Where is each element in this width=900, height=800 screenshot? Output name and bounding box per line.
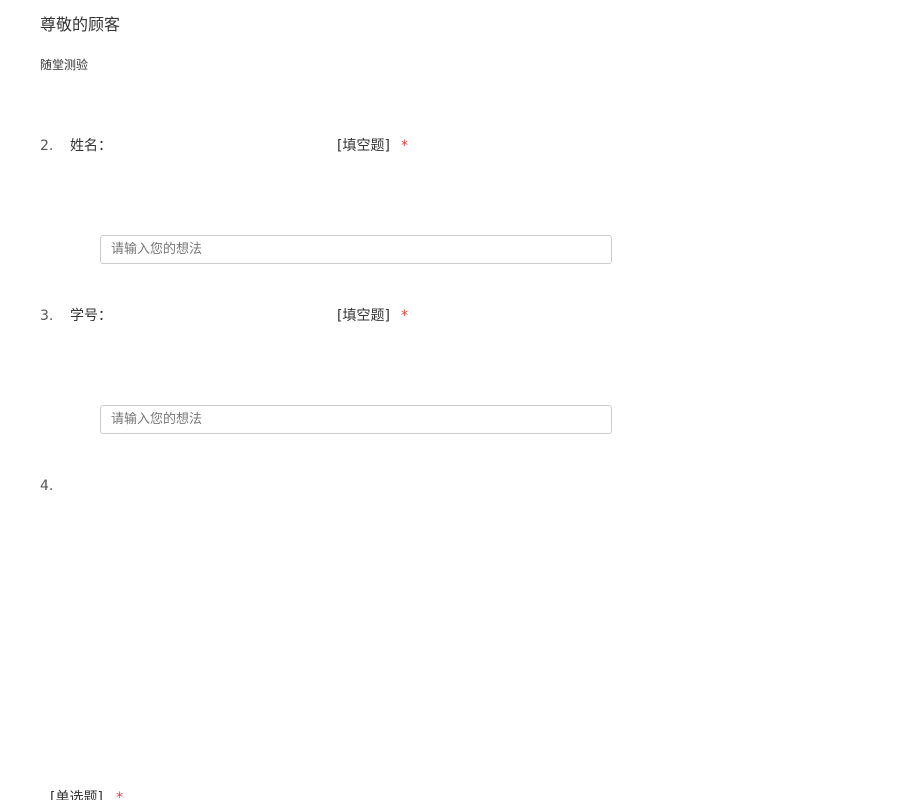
question-title: 学号：: [70, 308, 112, 324]
required-asterisk: *: [401, 308, 408, 324]
question-number: 2.: [40, 138, 54, 154]
survey-page: 尊敬的顾客 随堂测验 2. 姓名： [填空题] * 3. 学号： [填空题] *…: [0, 0, 900, 800]
question-number: 4.: [40, 478, 54, 494]
student-id-input[interactable]: [100, 405, 612, 434]
question-type-label: [填空题]: [337, 138, 390, 154]
question-type-label: [单选题]: [50, 790, 103, 800]
name-input[interactable]: [100, 235, 612, 264]
survey-greeting: 尊敬的顾客: [40, 15, 121, 34]
required-asterisk: *: [116, 790, 123, 800]
question-number: 3.: [40, 308, 54, 324]
question-type-label: [填空题]: [337, 308, 390, 324]
question-title: 姓名：: [70, 138, 112, 154]
required-asterisk: *: [401, 138, 408, 154]
survey-subtitle: 随堂测验: [40, 58, 89, 72]
